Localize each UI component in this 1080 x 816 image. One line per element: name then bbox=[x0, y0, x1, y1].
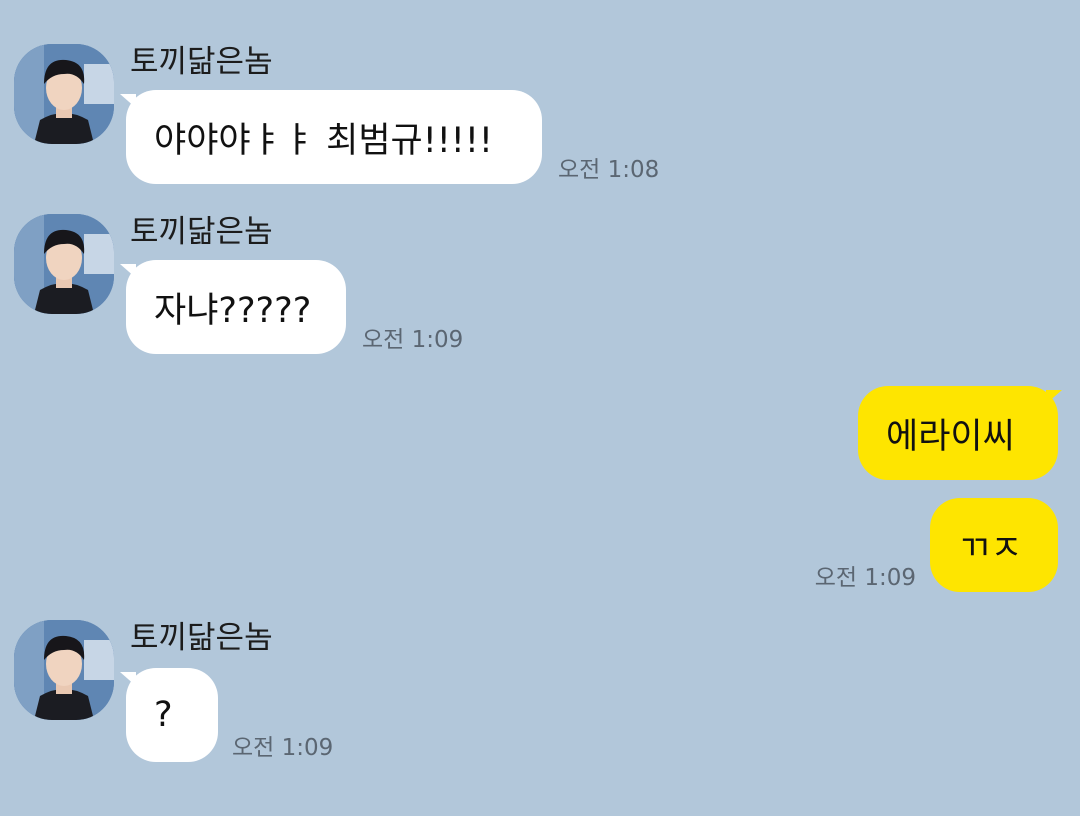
profile-photo-icon bbox=[14, 620, 114, 720]
message-bubble[interactable]: 자냐????? bbox=[126, 260, 346, 354]
message-time: 오전 1:09 bbox=[362, 327, 464, 353]
sender-name: 토끼닮은놈 bbox=[130, 214, 273, 250]
message-time: 오전 1:09 bbox=[814, 565, 916, 591]
profile-photo-icon bbox=[14, 214, 114, 314]
message-time: 오전 1:09 bbox=[232, 735, 334, 761]
sender-avatar[interactable] bbox=[14, 620, 114, 720]
message-time: 오전 1:08 bbox=[558, 157, 660, 183]
profile-photo-icon bbox=[14, 44, 114, 144]
my-message-bubble[interactable]: ㄲㅈ bbox=[930, 498, 1058, 592]
message-bubble[interactable]: 야야야ㅑㅑ 최범규!!!!! bbox=[126, 90, 542, 184]
sender-avatar[interactable] bbox=[14, 44, 114, 144]
my-message-bubble[interactable]: 에라이씨 bbox=[858, 386, 1058, 480]
sender-avatar[interactable] bbox=[14, 214, 114, 314]
message-bubble[interactable]: ? bbox=[126, 668, 218, 762]
sender-name: 토끼닮은놈 bbox=[130, 44, 273, 80]
sender-name: 토끼닮은놈 bbox=[130, 620, 273, 656]
